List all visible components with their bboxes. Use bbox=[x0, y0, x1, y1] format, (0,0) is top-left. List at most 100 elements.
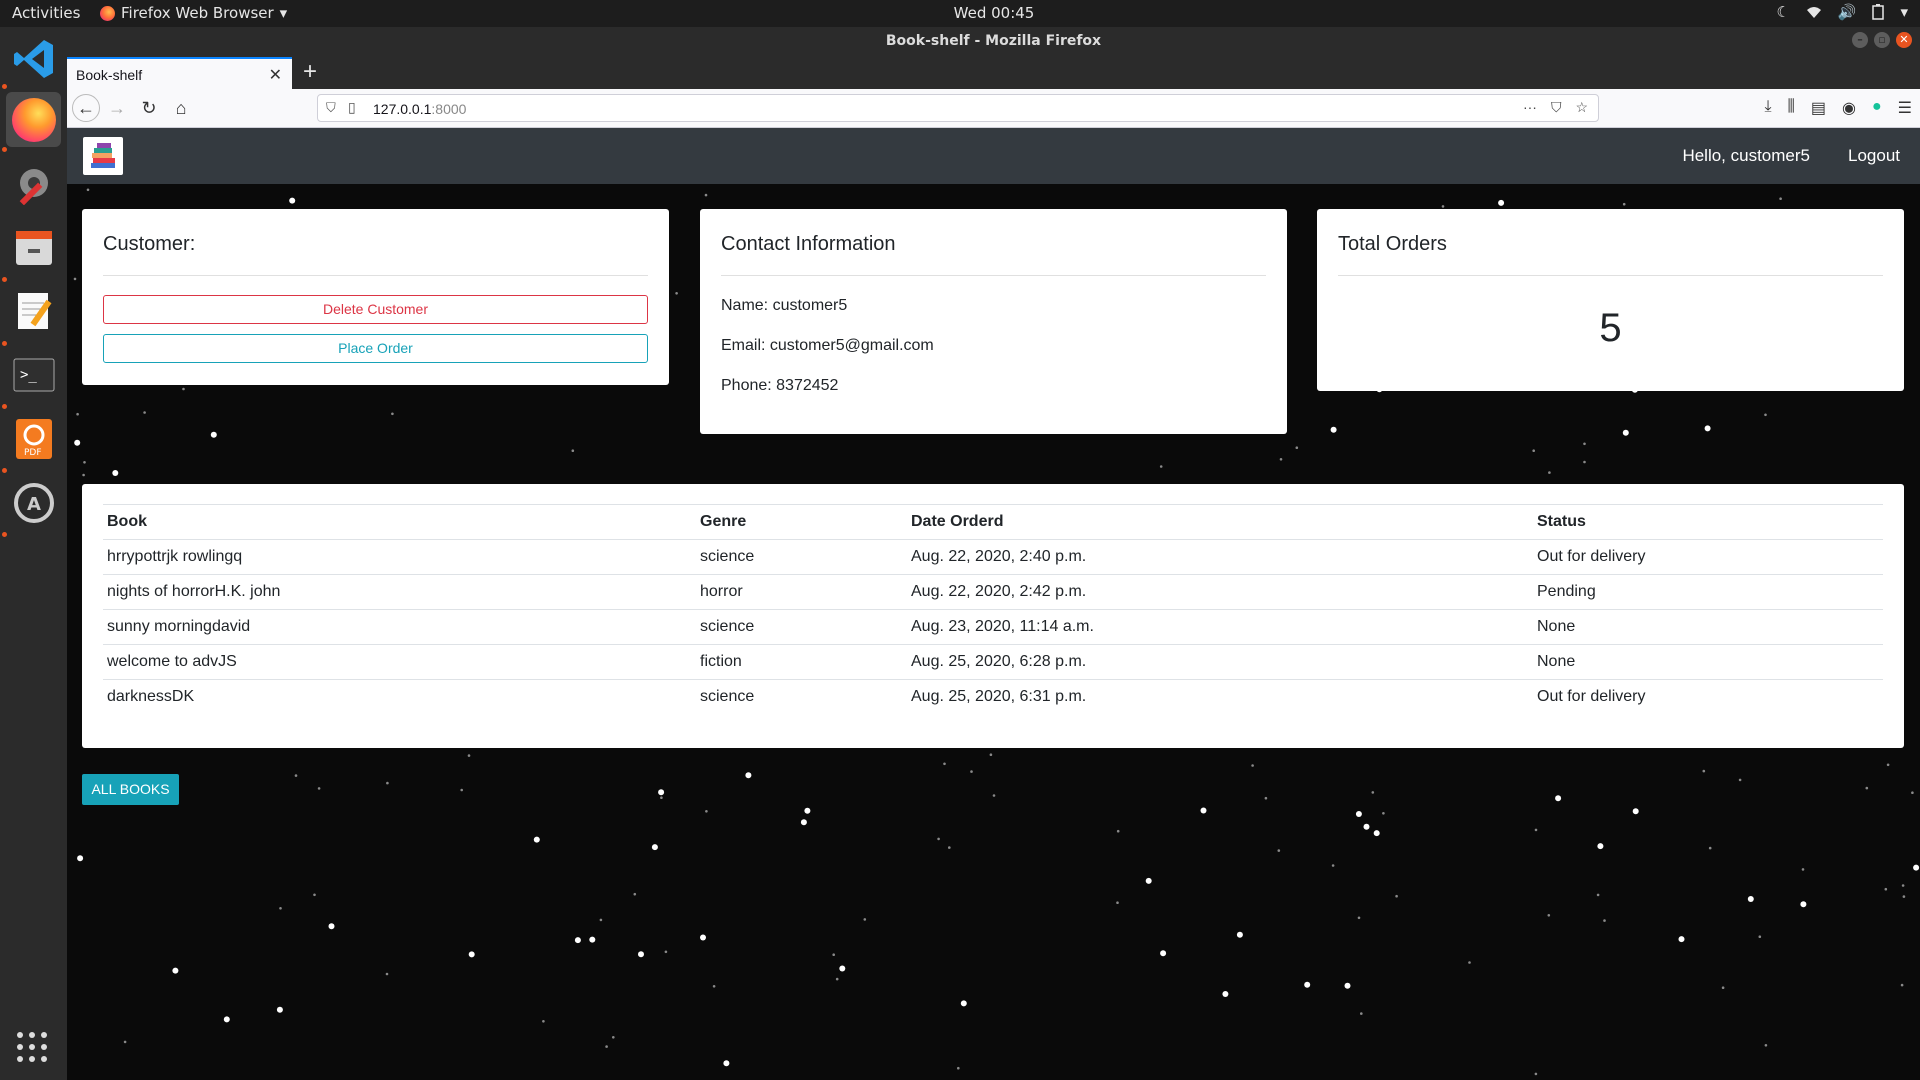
reload-icon: ↻ bbox=[141, 97, 157, 118]
site-navbar: Hello, customer5 Logout bbox=[67, 128, 1920, 184]
user-greeting: Hello, customer5 bbox=[1682, 146, 1810, 165]
cell-book: nights of horrorH.K. john bbox=[103, 574, 696, 610]
menu-icon[interactable]: ☰ bbox=[1898, 98, 1912, 118]
contact-card-title: Contact Information bbox=[721, 233, 896, 255]
battery-icon bbox=[1872, 4, 1885, 20]
orders-table-card: Book Genre Date Orderd Status hrrypottrj… bbox=[82, 484, 1904, 748]
customer-card: Customer: Delete Customer Place Order bbox=[82, 209, 669, 385]
minimize-button[interactable]: – bbox=[1852, 32, 1868, 48]
download-icon[interactable]: ⤓ bbox=[1764, 98, 1771, 118]
library-icon[interactable]: ⫼ bbox=[1788, 98, 1795, 118]
dock-firefox[interactable] bbox=[6, 92, 61, 147]
tab-strip: Book-shelf ✕ + bbox=[67, 55, 1920, 89]
table-row: welcome to advJS fiction Aug. 25, 2020, … bbox=[103, 644, 1883, 680]
books-logo-icon bbox=[91, 143, 115, 168]
arrow-right-icon: → bbox=[108, 97, 126, 118]
column-header-date: Date Orderd bbox=[907, 504, 1533, 540]
reload-button[interactable]: ↻ bbox=[137, 96, 161, 120]
volume-icon: 🔊 bbox=[1837, 3, 1857, 21]
cell-genre: science bbox=[700, 688, 755, 705]
cell-status: None bbox=[1533, 644, 1883, 680]
tab-book-shelf[interactable]: Book-shelf ✕ bbox=[67, 57, 292, 89]
window-title: Book-shelf - Mozilla Firefox bbox=[885, 33, 1102, 49]
url-bar[interactable]: ⛉ ▯ 127.0.0.1:8000 ··· ⛉ ☆ bbox=[317, 94, 1599, 122]
svg-text:PDF: PDF bbox=[24, 448, 42, 458]
contact-phone: Phone: 8372452 bbox=[721, 377, 839, 394]
site-logo[interactable] bbox=[83, 137, 123, 175]
cell-date: Aug. 22, 2020, 2:40 p.m. bbox=[907, 539, 1533, 575]
cell-book: darknessDK bbox=[107, 688, 195, 705]
firefox-icon bbox=[11, 97, 56, 142]
system-tray[interactable]: ☾ 🔊 ▾ bbox=[1776, 3, 1908, 21]
new-tab-button[interactable]: + bbox=[303, 58, 317, 86]
column-header-book: Book bbox=[103, 504, 696, 540]
cell-book: welcome to advJS bbox=[103, 644, 696, 680]
dock-pdf-editor[interactable]: PDF bbox=[6, 411, 61, 466]
cell-book: sunny morningdavid bbox=[103, 609, 696, 645]
customer-card-title: Customer: bbox=[103, 233, 196, 255]
contact-email: Email: customer5@gmail.com bbox=[721, 337, 934, 354]
system-top-bar: Activities Firefox Web Browser ▾ Wed 00:… bbox=[0, 0, 1920, 27]
column-header-status: Status bbox=[1533, 504, 1883, 540]
dock: >_ PDF A bbox=[0, 27, 67, 1080]
text-editor-icon bbox=[17, 292, 51, 329]
grammarly-icon[interactable]: ● bbox=[1872, 98, 1882, 118]
all-books-button[interactable]: ALL BOOKS bbox=[82, 774, 179, 805]
delete-customer-button[interactable]: Delete Customer bbox=[103, 295, 648, 324]
dock-software-updater[interactable]: A bbox=[6, 475, 61, 530]
shield-icon[interactable]: ⛉ bbox=[326, 100, 336, 116]
table-row: sunny morningdavid science Aug. 23, 2020… bbox=[103, 609, 1883, 645]
home-button[interactable]: ⌂ bbox=[169, 96, 193, 120]
night-light-icon: ☾ bbox=[1776, 3, 1790, 21]
cell-status: None bbox=[1533, 609, 1883, 645]
svg-text:>_: >_ bbox=[20, 367, 37, 383]
terminal-icon: >_ bbox=[13, 358, 54, 391]
running-indicator bbox=[2, 341, 7, 346]
logout-link[interactable]: Logout bbox=[1848, 146, 1900, 166]
account-icon[interactable]: ◉ bbox=[1842, 98, 1856, 118]
window-titlebar: Book-shelf - Mozilla Firefox – ▫ ✕ bbox=[67, 27, 1920, 55]
dock-text-editor[interactable] bbox=[6, 283, 61, 338]
table-row: darknessDK science Aug. 25, 2020, 6:31 p… bbox=[103, 680, 1883, 715]
place-order-button[interactable]: Place Order bbox=[103, 334, 648, 363]
close-window-button[interactable]: ✕ bbox=[1896, 32, 1912, 48]
wifi-icon bbox=[1806, 7, 1821, 18]
tab-title: Book-shelf bbox=[76, 67, 143, 83]
divider bbox=[103, 275, 648, 276]
cell-status: Out for delivery bbox=[1537, 688, 1646, 705]
dock-settings[interactable] bbox=[6, 155, 61, 210]
pdf-icon: PDF bbox=[15, 418, 52, 459]
url-text[interactable]: 127.0.0.1:8000 bbox=[373, 101, 466, 117]
web-page: Hello, customer5 Logout Customer: Delete… bbox=[67, 128, 1920, 1080]
app-grid-icon bbox=[17, 1032, 47, 1062]
page-actions-icon[interactable]: ··· bbox=[1523, 99, 1537, 116]
running-indicator bbox=[2, 404, 7, 409]
arrow-left-icon: ← bbox=[77, 97, 95, 118]
pocket-icon[interactable]: ⛉ bbox=[1551, 99, 1562, 116]
cell-book: hrrypottrjk rowlingq bbox=[103, 539, 696, 575]
close-tab-icon[interactable]: ✕ bbox=[269, 65, 282, 85]
forward-button[interactable]: → bbox=[105, 96, 129, 120]
vscode-icon bbox=[13, 39, 53, 78]
show-applications-button[interactable] bbox=[14, 1029, 50, 1070]
cell-date: Aug. 25, 2020, 6:31 p.m. bbox=[911, 688, 1087, 705]
total-orders-count: 5 bbox=[1599, 306, 1622, 350]
running-indicator bbox=[2, 147, 7, 152]
bookmark-star-icon[interactable]: ☆ bbox=[1575, 99, 1588, 116]
back-button[interactable]: ← bbox=[72, 94, 100, 122]
dock-terminal[interactable]: >_ bbox=[6, 347, 61, 402]
svg-text:A: A bbox=[27, 494, 41, 515]
navigation-toolbar: ← → ↻ ⌂ ⛉ ▯ 127.0.0.1:8000 ··· ⛉ ☆ ⤓ ⫼ ▤… bbox=[67, 89, 1920, 128]
cell-genre: horror bbox=[696, 574, 907, 610]
sidebar-icon[interactable]: ▤ bbox=[1811, 98, 1826, 118]
cell-date: Aug. 23, 2020, 11:14 a.m. bbox=[907, 609, 1533, 645]
maximize-button[interactable]: ▫ bbox=[1874, 32, 1890, 48]
cell-genre: science bbox=[696, 539, 907, 575]
dock-files[interactable] bbox=[6, 219, 61, 274]
clock[interactable]: Wed 00:45 bbox=[0, 4, 1920, 22]
home-icon: ⌂ bbox=[175, 97, 187, 118]
total-orders-title: Total Orders bbox=[1338, 233, 1447, 255]
dock-vscode[interactable] bbox=[6, 31, 61, 86]
cell-date: Aug. 22, 2020, 2:42 p.m. bbox=[907, 574, 1533, 610]
page-icon[interactable]: ▯ bbox=[348, 99, 356, 116]
